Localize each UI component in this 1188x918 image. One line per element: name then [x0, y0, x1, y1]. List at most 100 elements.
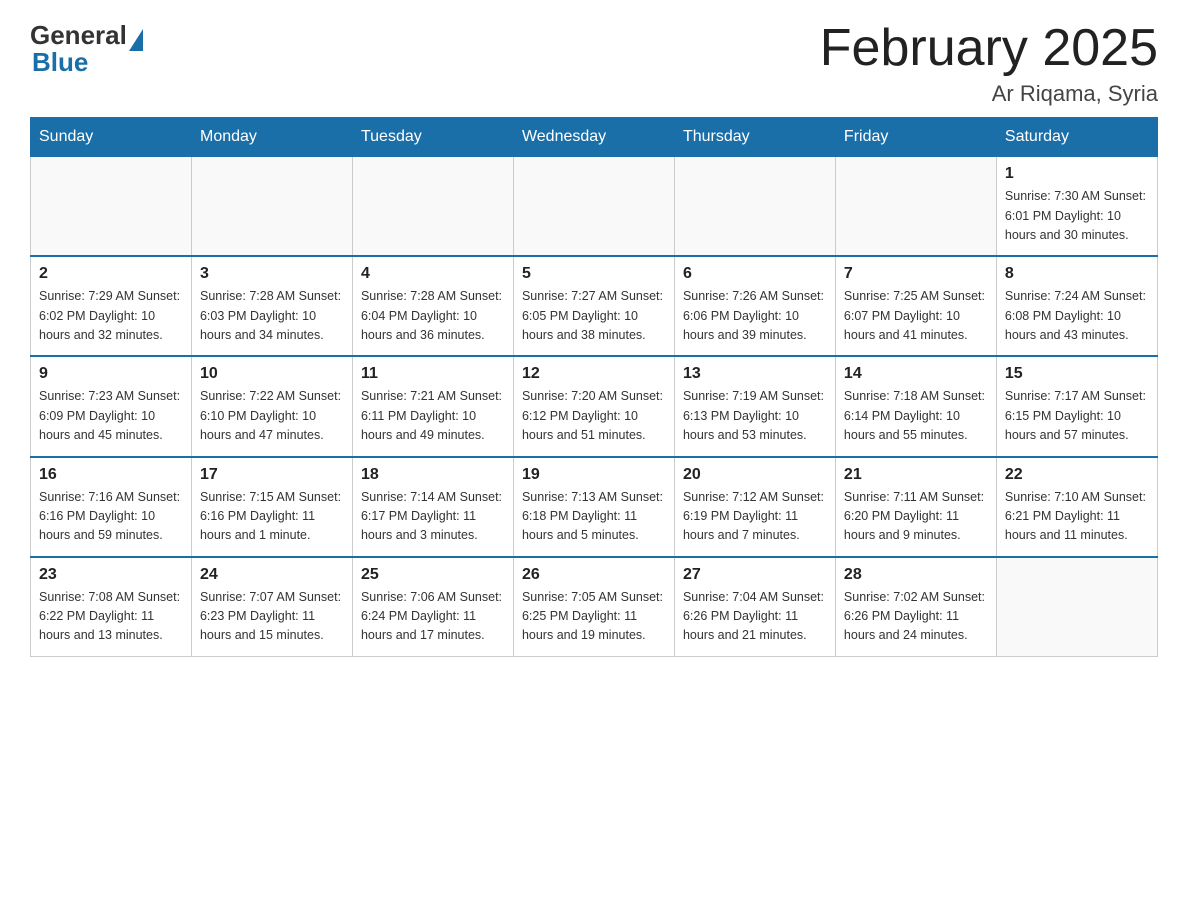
- col-thursday: Thursday: [674, 118, 835, 157]
- day-number: 12: [522, 365, 666, 383]
- day-number: 27: [683, 566, 827, 584]
- day-info: Sunrise: 7:27 AM Sunset: 6:05 PM Dayligh…: [522, 287, 666, 345]
- day-number: 28: [844, 566, 988, 584]
- table-row: 11 Sunrise: 7:21 AM Sunset: 6:11 PM Dayli…: [352, 356, 513, 456]
- day-info: Sunrise: 7:06 AM Sunset: 6:24 PM Dayligh…: [361, 588, 505, 646]
- day-info: Sunrise: 7:12 AM Sunset: 6:19 PM Dayligh…: [683, 488, 827, 546]
- day-number: 9: [39, 365, 183, 383]
- col-saturday: Saturday: [996, 118, 1157, 157]
- calendar-table: Sunday Monday Tuesday Wednesday Thursday…: [30, 117, 1158, 657]
- day-info: Sunrise: 7:29 AM Sunset: 6:02 PM Dayligh…: [39, 287, 183, 345]
- day-number: 10: [200, 365, 344, 383]
- day-number: 15: [1005, 365, 1149, 383]
- table-row: 26 Sunrise: 7:05 AM Sunset: 6:25 PM Dayli…: [513, 557, 674, 657]
- day-info: Sunrise: 7:13 AM Sunset: 6:18 PM Dayligh…: [522, 488, 666, 546]
- table-row: 21Sunrise: 7:11 AM Sunset: 6:20 PM Dayli…: [835, 457, 996, 557]
- table-row: 1 Sunrise: 7:30 AM Sunset: 6:01 PM Daylig…: [996, 157, 1157, 257]
- day-number: 8: [1005, 265, 1149, 283]
- table-row: 12 Sunrise: 7:20 AM Sunset: 6:12 PM Dayli…: [513, 356, 674, 456]
- day-number: 14: [844, 365, 988, 383]
- table-row: 13Sunrise: 7:19 AM Sunset: 6:13 PM Dayli…: [674, 356, 835, 456]
- day-number: 5: [522, 265, 666, 283]
- calendar-week-row: 16 Sunrise: 7:16 AM Sunset: 6:16 PM Dayli…: [31, 457, 1158, 557]
- day-info: Sunrise: 7:15 AM Sunset: 6:16 PM Dayligh…: [200, 488, 344, 546]
- table-row: 3 Sunrise: 7:28 AM Sunset: 6:03 PM Daylig…: [191, 256, 352, 356]
- table-row: 7 Sunrise: 7:25 AM Sunset: 6:07 PM Daylig…: [835, 256, 996, 356]
- day-number: 19: [522, 466, 666, 484]
- day-info: Sunrise: 7:23 AM Sunset: 6:09 PM Dayligh…: [39, 387, 183, 445]
- day-number: 7: [844, 265, 988, 283]
- table-row: [835, 157, 996, 257]
- table-row: [674, 157, 835, 257]
- day-number: 3: [200, 265, 344, 283]
- table-row: 5 Sunrise: 7:27 AM Sunset: 6:05 PM Daylig…: [513, 256, 674, 356]
- day-number: 18: [361, 466, 505, 484]
- day-info: Sunrise: 7:07 AM Sunset: 6:23 PM Dayligh…: [200, 588, 344, 646]
- table-row: [191, 157, 352, 257]
- table-row: 6 Sunrise: 7:26 AM Sunset: 6:06 PM Daylig…: [674, 256, 835, 356]
- table-row: 24 Sunrise: 7:07 AM Sunset: 6:23 PM Dayli…: [191, 557, 352, 657]
- table-row: 27 Sunrise: 7:04 AM Sunset: 6:26 PM Dayli…: [674, 557, 835, 657]
- table-row: 18 Sunrise: 7:14 AM Sunset: 6:17 PM Dayli…: [352, 457, 513, 557]
- col-tuesday: Tuesday: [352, 118, 513, 157]
- day-info: Sunrise: 7:10 AM Sunset: 6:21 PM Dayligh…: [1005, 488, 1149, 546]
- calendar-week-row: 2 Sunrise: 7:29 AM Sunset: 6:02 PM Daylig…: [31, 256, 1158, 356]
- logo-general-text: General: [30, 20, 127, 50]
- day-number: 26: [522, 566, 666, 584]
- day-info: Sunrise: 7:28 AM Sunset: 6:03 PM Dayligh…: [200, 287, 344, 345]
- logo: General Blue: [30, 20, 143, 78]
- day-info: Sunrise: 7:02 AM Sunset: 6:26 PM Dayligh…: [844, 588, 988, 646]
- table-row: 4 Sunrise: 7:28 AM Sunset: 6:04 PM Daylig…: [352, 256, 513, 356]
- table-row: [31, 157, 192, 257]
- day-number: 25: [361, 566, 505, 584]
- day-number: 23: [39, 566, 183, 584]
- table-row: 15 Sunrise: 7:17 AM Sunset: 6:15 PM Dayli…: [996, 356, 1157, 456]
- table-row: 16 Sunrise: 7:16 AM Sunset: 6:16 PM Dayli…: [31, 457, 192, 557]
- calendar-week-row: 1 Sunrise: 7:30 AM Sunset: 6:01 PM Daylig…: [31, 157, 1158, 257]
- table-row: 14 Sunrise: 7:18 AM Sunset: 6:14 PM Dayli…: [835, 356, 996, 456]
- day-info: Sunrise: 7:04 AM Sunset: 6:26 PM Dayligh…: [683, 588, 827, 646]
- table-row: [996, 557, 1157, 657]
- day-info: Sunrise: 7:16 AM Sunset: 6:16 PM Dayligh…: [39, 488, 183, 546]
- day-info: Sunrise: 7:28 AM Sunset: 6:04 PM Dayligh…: [361, 287, 505, 345]
- col-wednesday: Wednesday: [513, 118, 674, 157]
- table-row: 20 Sunrise: 7:12 AM Sunset: 6:19 PM Dayli…: [674, 457, 835, 557]
- col-sunday: Sunday: [31, 118, 192, 157]
- day-info: Sunrise: 7:25 AM Sunset: 6:07 PM Dayligh…: [844, 287, 988, 345]
- day-number: 20: [683, 466, 827, 484]
- day-info: Sunrise: 7:14 AM Sunset: 6:17 PM Dayligh…: [361, 488, 505, 546]
- title-block: February 2025 Ar Riqama, Syria: [820, 20, 1158, 107]
- day-info: Sunrise: 7:26 AM Sunset: 6:06 PM Dayligh…: [683, 287, 827, 345]
- day-number: 13: [683, 365, 827, 383]
- table-row: 9 Sunrise: 7:23 AM Sunset: 6:09 PM Daylig…: [31, 356, 192, 456]
- day-number: 11: [361, 365, 505, 383]
- day-info: Sunrise: 7:21 AM Sunset: 6:11 PM Dayligh…: [361, 387, 505, 445]
- calendar-subtitle: Ar Riqama, Syria: [820, 81, 1158, 107]
- table-row: 28 Sunrise: 7:02 AM Sunset: 6:26 PM Dayli…: [835, 557, 996, 657]
- day-number: 21: [844, 466, 988, 484]
- day-number: 6: [683, 265, 827, 283]
- day-number: 4: [361, 265, 505, 283]
- table-row: 10 Sunrise: 7:22 AM Sunset: 6:10 PM Dayli…: [191, 356, 352, 456]
- day-info: Sunrise: 7:20 AM Sunset: 6:12 PM Dayligh…: [522, 387, 666, 445]
- day-number: 22: [1005, 466, 1149, 484]
- calendar-title: February 2025: [820, 20, 1158, 77]
- day-info: Sunrise: 7:05 AM Sunset: 6:25 PM Dayligh…: [522, 588, 666, 646]
- day-info: Sunrise: 7:30 AM Sunset: 6:01 PM Dayligh…: [1005, 187, 1149, 245]
- calendar-header-row: Sunday Monday Tuesday Wednesday Thursday…: [31, 118, 1158, 157]
- day-info: Sunrise: 7:17 AM Sunset: 6:15 PM Dayligh…: [1005, 387, 1149, 445]
- table-row: [352, 157, 513, 257]
- table-row: 8Sunrise: 7:24 AM Sunset: 6:08 PM Daylig…: [996, 256, 1157, 356]
- day-number: 24: [200, 566, 344, 584]
- day-info: Sunrise: 7:22 AM Sunset: 6:10 PM Dayligh…: [200, 387, 344, 445]
- table-row: 25 Sunrise: 7:06 AM Sunset: 6:24 PM Dayli…: [352, 557, 513, 657]
- logo-triangle-icon: [129, 29, 143, 51]
- day-info: Sunrise: 7:18 AM Sunset: 6:14 PM Dayligh…: [844, 387, 988, 445]
- day-number: 17: [200, 466, 344, 484]
- day-number: 16: [39, 466, 183, 484]
- table-row: [513, 157, 674, 257]
- day-number: 1: [1005, 165, 1149, 183]
- table-row: 23Sunrise: 7:08 AM Sunset: 6:22 PM Dayli…: [31, 557, 192, 657]
- table-row: 17 Sunrise: 7:15 AM Sunset: 6:16 PM Dayli…: [191, 457, 352, 557]
- day-number: 2: [39, 265, 183, 283]
